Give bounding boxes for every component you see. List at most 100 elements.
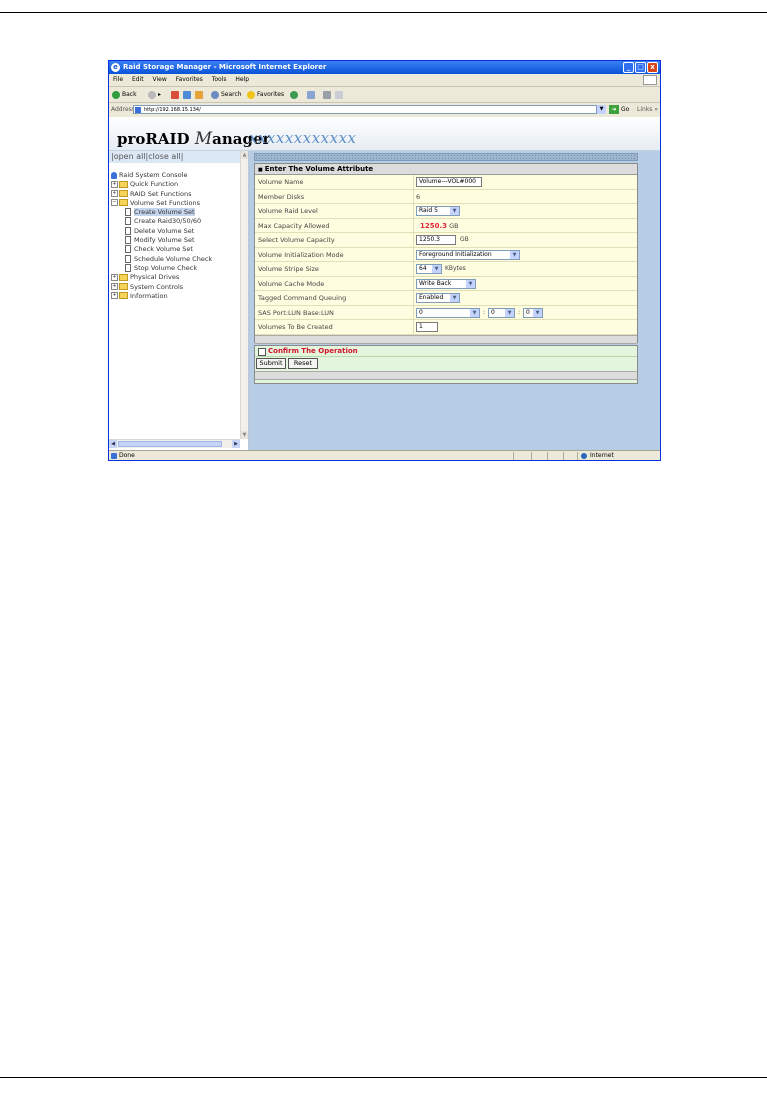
links-button[interactable]: Links » xyxy=(637,103,658,116)
horizontal-scrollbar[interactable]: ◀ ▶ xyxy=(109,439,240,448)
volumes-count-input[interactable]: 1 xyxy=(416,322,438,332)
submit-button[interactable]: Submit xyxy=(256,358,286,369)
vertical-scrollbar[interactable]: ▲ ▼ xyxy=(240,151,248,439)
page-done-icon xyxy=(111,452,117,459)
expand-icon[interactable]: + xyxy=(111,180,118,188)
capacity-input[interactable]: 1250.3 xyxy=(416,235,456,245)
init-mode-select[interactable]: Foreground Initialization ▼ xyxy=(416,249,520,260)
row-member-disks: Member Disks 6 xyxy=(255,189,637,204)
row-max-capacity: Max Capacity Allowed 1250.3 GB xyxy=(255,218,637,233)
go-button[interactable]: ➔ Go xyxy=(609,104,629,115)
expand-icon[interactable]: + xyxy=(111,292,118,300)
banner: proRAID Manager xxxxxxxxxxxx xyxy=(109,117,660,151)
main-frame: ■ Enter The Volume Attribute Volume Name … xyxy=(250,151,660,450)
volume-name-input[interactable]: Volume---VOL#000 xyxy=(416,177,482,187)
chevron-down-icon: ▼ xyxy=(432,265,441,273)
tree-volume-set-functions[interactable]: − Volume Set Functions xyxy=(111,199,212,208)
folder-icon xyxy=(119,180,128,188)
back-button[interactable]: Back xyxy=(112,89,137,100)
browser-window: e Raid Storage Manager - Microsoft Inter… xyxy=(108,60,661,461)
address-bar: Address http://192.168.15.134/ ▼ ➔ Go Lin… xyxy=(109,103,660,116)
edit-icon[interactable] xyxy=(335,89,345,100)
button-row: Submit Reset xyxy=(255,357,637,370)
lun-select[interactable]: 0 ▼ xyxy=(523,307,543,318)
tree-check-volume-set[interactable]: Check Volume Set xyxy=(111,245,212,254)
home-icon[interactable] xyxy=(195,89,205,100)
navigation-frame: |open all|close all| Raid System Console… xyxy=(109,151,250,450)
status-bar: Done Internet xyxy=(109,450,660,460)
minimize-button[interactable]: _ xyxy=(623,62,634,73)
row-init-mode: Volume Initialization Mode Foreground In… xyxy=(255,247,637,262)
page-icon xyxy=(125,236,131,245)
tree-quick-function[interactable]: + Quick Function xyxy=(111,180,212,189)
menu-favorites[interactable]: Favorites xyxy=(176,76,203,83)
confirm-checkbox[interactable] xyxy=(258,348,266,356)
page-icon xyxy=(125,217,131,226)
tcq-select[interactable]: Enabled ▼ xyxy=(416,293,460,303)
window-title: Raid Storage Manager - Microsoft Interne… xyxy=(123,63,327,71)
page-icon xyxy=(125,245,131,254)
cache-mode-select[interactable]: Write Back ▼ xyxy=(416,278,476,289)
toolbar: Back ▸ Search Favorites xyxy=(109,87,660,103)
page-icon xyxy=(125,254,131,263)
menu-tools[interactable]: Tools xyxy=(212,76,227,83)
expand-icon[interactable]: + xyxy=(111,190,118,198)
tree-system-controls[interactable]: + System Controls xyxy=(111,283,212,292)
raid-level-select[interactable]: Raid 5 ▼ xyxy=(416,206,460,216)
reset-button[interactable]: Reset xyxy=(288,358,318,369)
expand-icon[interactable]: + xyxy=(111,283,118,291)
chevron-down-icon: ▼ xyxy=(470,308,479,317)
scroll-up-icon[interactable]: ▲ xyxy=(241,151,248,159)
row-volume-name: Volume Name Volume---VOL#000 xyxy=(255,175,637,190)
forward-button[interactable]: ▸ xyxy=(148,89,161,100)
tree-schedule-volume-check[interactable]: Schedule Volume Check xyxy=(111,254,212,264)
search-button[interactable]: Search xyxy=(211,89,242,100)
ie-icon: e xyxy=(111,63,120,72)
search-icon xyxy=(211,90,219,99)
tree-create-volume-set[interactable]: Create Volume Set xyxy=(111,208,212,217)
menu-bar: File Edit View Favorites Tools Help xyxy=(109,74,660,87)
close-button[interactable]: x xyxy=(647,62,658,73)
collapse-icon[interactable]: − xyxy=(111,199,118,207)
row-tcq: Tagged Command Queuing Enabled ▼ xyxy=(255,291,637,306)
favorites-button[interactable]: Favorites xyxy=(247,89,284,100)
tree-raid-set-functions[interactable]: + RAID Set Functions xyxy=(111,190,212,199)
confirm-row: Confirm The Operation xyxy=(255,346,637,357)
tree-create-raid30-50-60[interactable]: Create Raid30/50/60 xyxy=(111,217,212,226)
scroll-thumb[interactable] xyxy=(118,441,222,447)
scroll-down-icon[interactable]: ▼ xyxy=(241,431,248,439)
tree-delete-volume-set[interactable]: Delete Volume Set xyxy=(111,226,212,236)
stop-icon[interactable] xyxy=(171,89,181,100)
address-input[interactable]: http://192.168.15.134/ xyxy=(133,105,606,114)
expand-icon[interactable]: + xyxy=(111,273,118,281)
mail-icon[interactable] xyxy=(307,89,317,100)
menu-file[interactable]: File xyxy=(113,76,123,83)
open-close-all[interactable]: |open all|close all| xyxy=(109,151,240,163)
stripe-size-select[interactable]: 64 ▼ xyxy=(416,264,442,274)
menu-view[interactable]: View xyxy=(153,76,167,83)
function-tree: Raid System Console + Quick Function + RAI… xyxy=(111,171,212,301)
print-icon[interactable] xyxy=(323,89,333,100)
tree-root[interactable]: Raid System Console xyxy=(111,171,212,180)
menu-edit[interactable]: Edit xyxy=(132,76,144,83)
sas-port-select[interactable]: 0 ▼ xyxy=(416,307,480,318)
chevron-down-icon: ▼ xyxy=(533,308,542,317)
member-disks-value: 6 xyxy=(416,192,421,201)
scroll-right-icon[interactable]: ▶ xyxy=(232,440,240,448)
page-content: proRAID Manager xxxxxxxxxxxx |open all|c… xyxy=(109,117,660,450)
folder-open-icon xyxy=(119,199,128,207)
tree-physical-drives[interactable]: + Physical Drives xyxy=(111,273,212,282)
menu-help[interactable]: Help xyxy=(235,76,249,83)
console-icon xyxy=(111,171,117,179)
page-top-rule xyxy=(0,12,767,13)
refresh-icon[interactable] xyxy=(183,89,193,100)
lun-base-select[interactable]: 0 ▼ xyxy=(488,307,515,318)
scroll-left-icon[interactable]: ◀ xyxy=(109,440,117,448)
maximize-button[interactable]: □ xyxy=(635,62,646,73)
history-icon[interactable] xyxy=(290,89,300,100)
address-dropdown-icon[interactable]: ▼ xyxy=(596,105,606,114)
status-text: Done xyxy=(111,451,135,460)
tree-modify-volume-set[interactable]: Modify Volume Set xyxy=(111,236,212,245)
tree-stop-volume-check[interactable]: Stop Volume Check xyxy=(111,263,212,273)
tree-information[interactable]: + Information xyxy=(111,292,212,301)
